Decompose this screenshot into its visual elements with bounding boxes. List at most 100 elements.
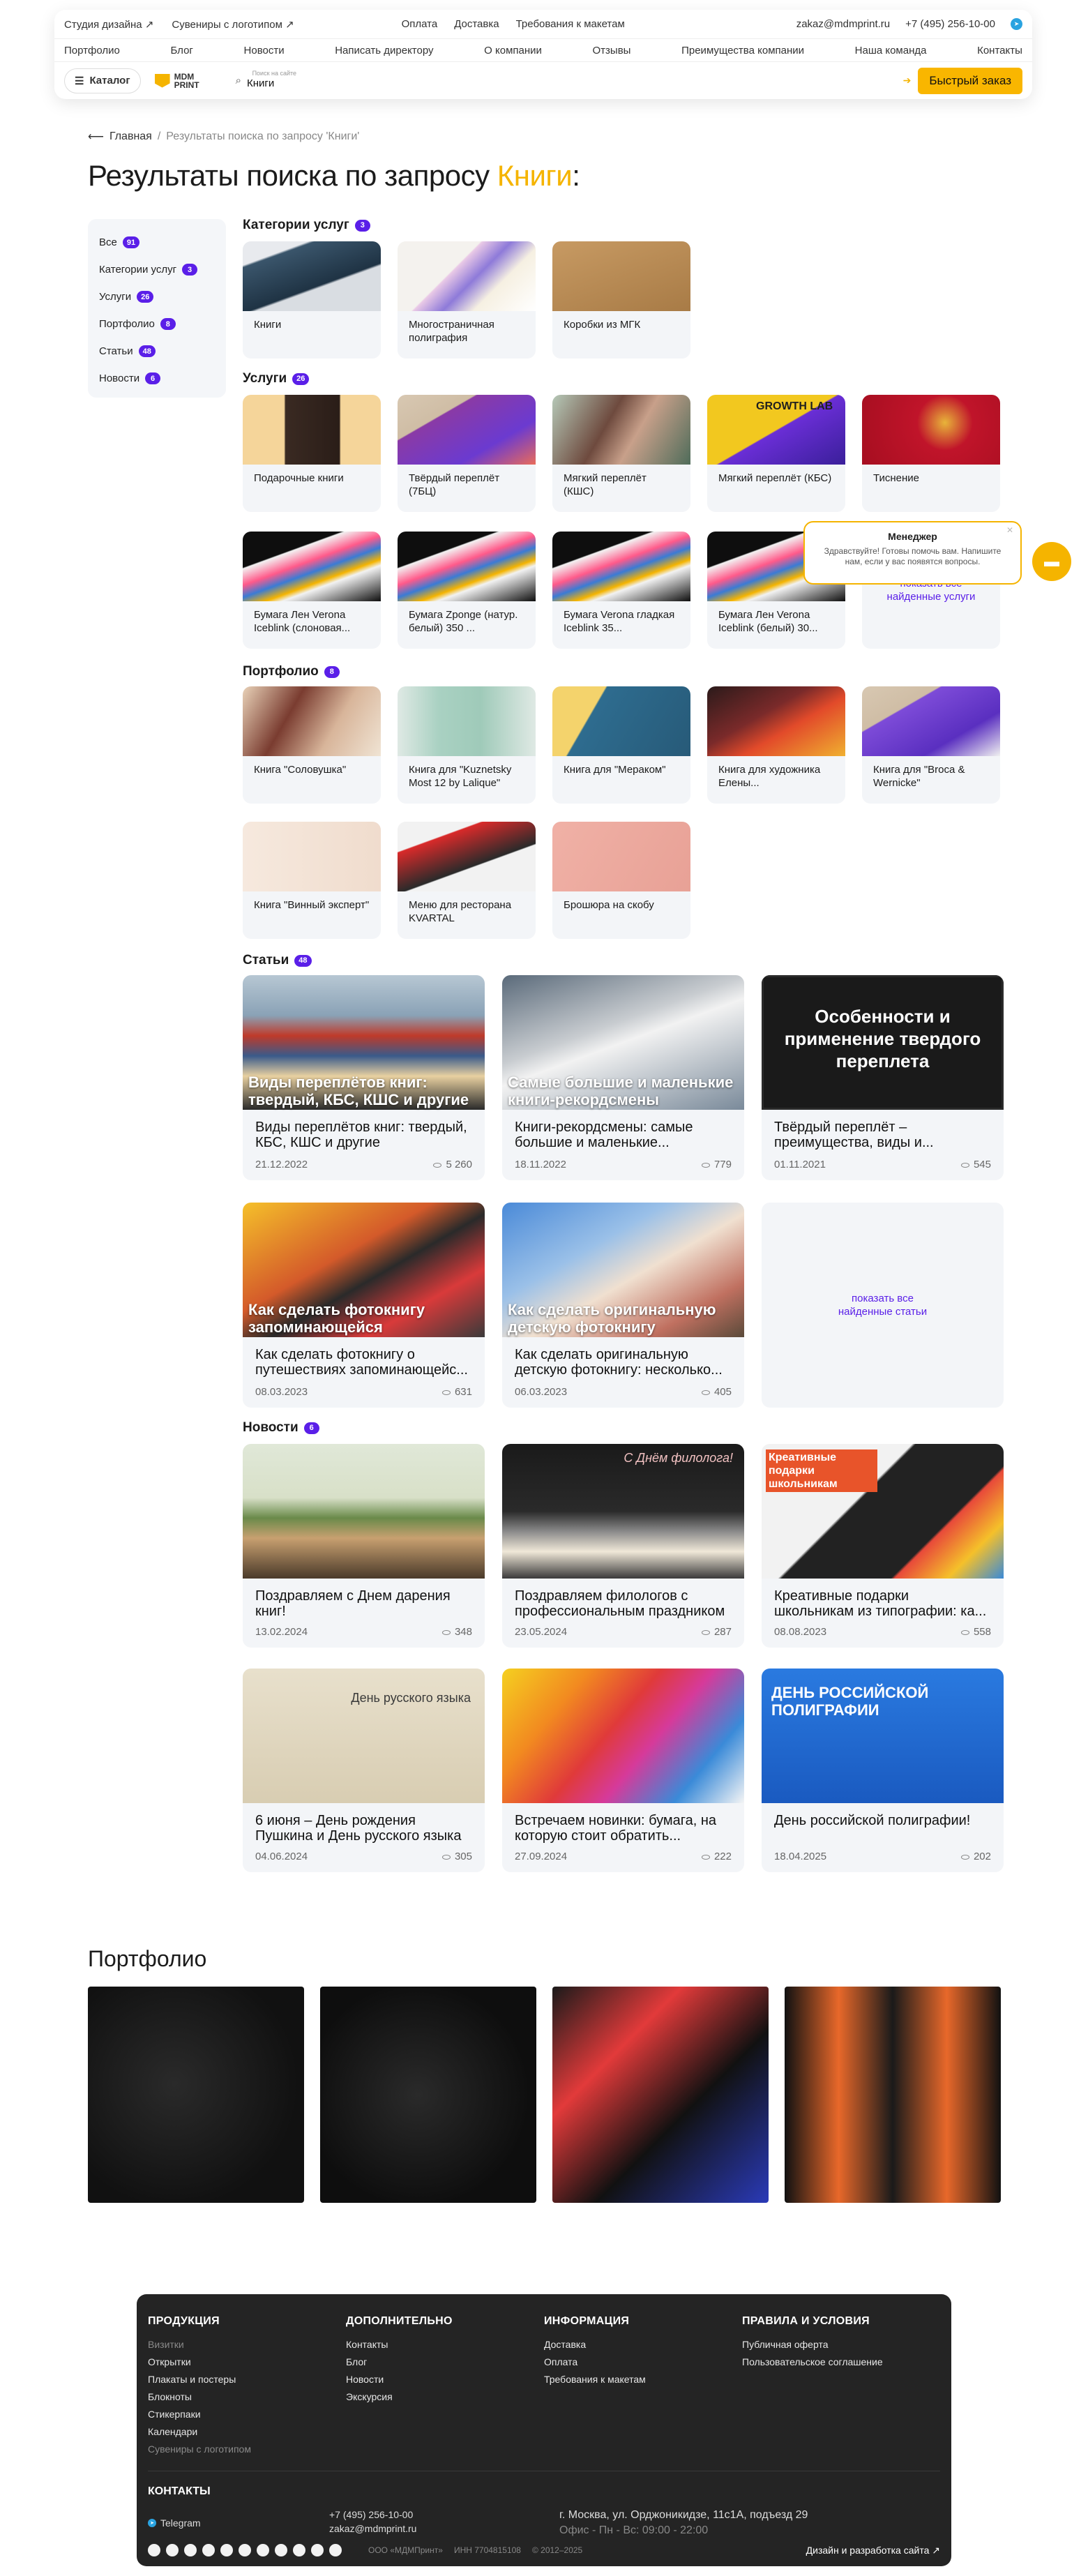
footer-link[interactable]: Визитки [148,2336,346,2353]
footer-link[interactable]: Доставка [544,2336,742,2353]
nav-director[interactable]: Написать директору [335,45,433,57]
portfolio-card[interactable]: Книга для "Мераком" [552,686,690,804]
nav-news[interactable]: Новости [244,45,285,57]
footer-email[interactable]: zakaz@mdmprint.ru [329,2522,559,2536]
category-card[interactable]: Книги [243,241,381,359]
delivery-link[interactable]: Доставка [454,18,499,30]
telegram-icon[interactable]: ➤ [1010,18,1022,30]
service-card[interactable]: GROWTH LAB Мягкий переплёт (КБС) [707,395,845,512]
payment-link[interactable]: Оплата [402,18,438,30]
article-card[interactable]: Как сделать оригинальную детскую фотокни… [502,1203,744,1408]
article-card[interactable]: Виды переплётов книг: твердый, КБС, КШС … [243,975,485,1180]
nav-advantages[interactable]: Преимущества компании [681,45,804,57]
footer-telegram[interactable]: Telegram [160,2517,201,2529]
nav-contacts[interactable]: Контакты [977,45,1022,57]
article-card[interactable]: Особенности и применение твердого перепл… [762,975,1004,1180]
service-card[interactable]: Бумага Лен Verona Iceblink (слоновая... [243,532,381,649]
show-all-articles-card[interactable]: показать все найденные статьи [762,1203,1004,1408]
category-card[interactable]: Коробки из МГК [552,241,690,359]
telegram-icon[interactable]: ➤ [148,2519,156,2527]
logo[interactable]: MDM PRINT [154,73,213,89]
footer-phone[interactable]: +7 (495) 256-10-00 [329,2508,559,2522]
manager-chat-popup[interactable]: ✕ Менеджер Здравствуйте! Готовы помочь в… [803,521,1022,585]
news-card[interactable]: Поздравляем с Днем дарения книг! 13.02.2… [243,1444,485,1648]
service-card[interactable]: Твёрдый переплёт (7БЦ) [398,395,536,512]
service-card[interactable]: Бумага Verona гладкая Iceblink 35... [552,532,690,649]
tiktok-icon[interactable] [275,2544,287,2556]
footer-link[interactable]: Оплата [544,2353,742,2371]
filter-all[interactable]: Все 91 [99,229,215,256]
footer-link[interactable]: Требования к макетам [544,2371,742,2388]
design-studio-link[interactable]: Студия дизайна ↗ [64,18,153,31]
service-card[interactable]: Бумага Zponge (натур. белый) 350 ... [398,532,536,649]
nav-blog[interactable]: Блог [170,45,192,57]
news-card[interactable]: Встречаем новинки: бумага, на которую ст… [502,1669,744,1872]
article-card[interactable]: Как сделать фотокнигу запоминающейся Как… [243,1203,485,1408]
portfolio-card[interactable]: Книга для художника Елены... [707,686,845,804]
filter-news[interactable]: Новости 6 [99,365,215,392]
header-phone[interactable]: +7 (495) 256-10-00 [905,18,995,30]
back-arrow-icon[interactable]: ⟵ [88,130,104,144]
telegram-icon[interactable] [166,2544,179,2556]
footer-link[interactable]: Экскурсия [346,2388,544,2406]
nav-team[interactable]: Наша команда [855,45,927,57]
ok-icon[interactable] [311,2544,324,2556]
souvenirs-link[interactable]: Сувениры с логотипом ↗ [172,18,294,31]
portfolio-image[interactable] [320,1987,536,2203]
catalog-button[interactable]: ☰ Каталог [64,68,141,93]
vk-icon[interactable] [148,2544,160,2556]
service-card[interactable]: Подарочные книги [243,395,381,512]
footer-link[interactable]: Контакты [346,2336,544,2353]
chat-close-icon[interactable]: ✕ [1006,525,1013,535]
nav-reviews[interactable]: Отзывы [593,45,631,57]
filter-portfolio[interactable]: Портфолио 8 [99,310,215,338]
footer-link[interactable]: Блокноты [148,2388,346,2406]
chat-button[interactable]: ▬ [1032,542,1071,581]
quick-order-button[interactable]: Быстрый заказ [918,67,1022,94]
nav-about[interactable]: О компании [484,45,542,57]
portfolio-card[interactable]: Брошюра на скобу [552,822,690,939]
footer-developer-link[interactable]: Дизайн и разработка сайта ↗ [806,2545,940,2556]
portfolio-image[interactable] [88,1987,304,2203]
service-card[interactable]: Тиснение [862,395,1000,512]
header-email[interactable]: zakaz@mdmprint.ru [796,18,890,30]
dzen-icon[interactable] [239,2544,251,2556]
nav-portfolio[interactable]: Портфолио [64,45,120,57]
breadcrumb-home[interactable]: Главная [109,130,152,143]
portfolio-card[interactable]: Меню для ресторана KVARTAL [398,822,536,939]
search-submit-icon[interactable]: ➔ [903,75,912,86]
filter-services[interactable]: Услуги 26 [99,283,215,310]
portfolio-card[interactable]: Книга для "Kuznetsky Most 12 by Lalique" [398,686,536,804]
footer-link[interactable]: Стикерпаки [148,2406,346,2423]
portfolio-image[interactable] [552,1987,769,2203]
footer-link[interactable]: Сувениры с логотипом [148,2441,346,2458]
skype-icon[interactable] [329,2544,342,2556]
article-card[interactable]: Самые большие и маленькие книги-рекордсм… [502,975,744,1180]
portfolio-card[interactable]: Книга для "Broca & Wernicke" [862,686,1000,804]
portfolio-image[interactable] [785,1987,1001,2203]
instagram-icon[interactable] [184,2544,197,2556]
requirements-link[interactable]: Требования к макетам [516,18,625,30]
footer-link[interactable]: Публичная оферта [742,2336,940,2353]
news-card[interactable]: С Днём филолога! Поздравляем филологов с… [502,1444,744,1648]
footer-link[interactable]: Открытки [148,2353,346,2371]
footer-link[interactable]: Календари [148,2423,346,2441]
youtube-icon[interactable] [202,2544,215,2556]
footer-link[interactable]: Пользовательское соглашение [742,2353,940,2371]
footer-link[interactable]: Блог [346,2353,544,2371]
category-card[interactable]: Многостраничная полиграфия [398,241,536,359]
portfolio-card[interactable]: Книга "Соловушка" [243,686,381,804]
news-card[interactable]: Креативные подарки школьникам Креативные… [762,1444,1004,1648]
news-card[interactable]: День русского языка 6 июня – День рожден… [243,1669,485,1872]
pinterest-icon[interactable] [257,2544,269,2556]
tumblr-icon[interactable] [293,2544,305,2556]
news-card[interactable]: ДЕНЬ РОССИЙСКОЙ ПОЛИГРАФИИ День российск… [762,1669,1004,1872]
service-card[interactable]: Мягкий переплёт (КШС) [552,395,690,512]
portfolio-card[interactable]: Книга "Винный эксперт" [243,822,381,939]
filter-articles[interactable]: Статьи 48 [99,338,215,365]
search-input[interactable]: ⌕ Поиск на сайте Книги ➔ [229,68,919,93]
footer-link[interactable]: Новости [346,2371,544,2388]
footer-link[interactable]: Плакаты и постеры [148,2371,346,2388]
filter-categories[interactable]: Категории услуг 3 [99,256,215,283]
rutube-icon[interactable] [220,2544,233,2556]
